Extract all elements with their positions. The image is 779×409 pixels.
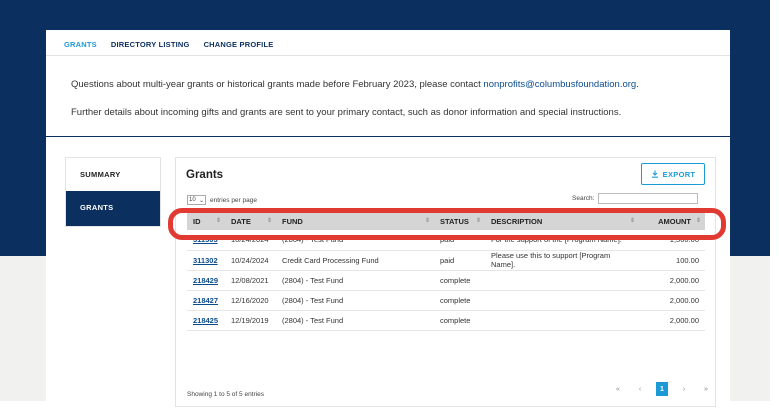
page: GRANTS DIRECTORY LISTING CHANGE PROFILE … [0, 0, 779, 409]
cell-fund: (2804) - Test Fund [276, 290, 434, 311]
sidebar-item-grants[interactable]: GRANTS [66, 191, 160, 226]
cell-date: 12/19/2019 [225, 310, 276, 331]
info-line-1-suffix: . [636, 79, 639, 90]
cell-fund: Credit Card Processing Fund [276, 250, 434, 271]
cell-status: complete [434, 290, 485, 311]
entries-per-page-label: entries per page [210, 196, 257, 204]
cell-status: complete [434, 270, 485, 291]
tabs-divider [46, 55, 730, 56]
download-icon [651, 170, 658, 178]
cell-id: 218425 [187, 310, 225, 331]
cell-description [485, 290, 639, 311]
table-info: Showing 1 to 5 of 5 entries [187, 391, 264, 398]
search-input[interactable] [598, 193, 699, 204]
cell-amount: 2,000.00 [639, 290, 705, 311]
top-tabs: GRANTS DIRECTORY LISTING CHANGE PROFILE [64, 40, 273, 49]
export-button-label: EXPORT [662, 169, 696, 179]
sidebar: SUMMARY GRANTS [65, 157, 161, 227]
info-message: Questions about multi-year grants or his… [71, 78, 639, 134]
tab-change-profile[interactable]: CHANGE PROFILE [204, 40, 274, 49]
table-row: 218425 12/19/2019 (2804) - Test Fund com… [187, 310, 705, 331]
grant-id-link[interactable]: 218429 [193, 276, 218, 285]
search-control: Search: [572, 193, 699, 204]
cell-description: Please use this to support [Program Name… [485, 250, 639, 271]
pagination: « ‹ 1 › » [612, 382, 712, 396]
search-label: Search: [572, 195, 595, 202]
cell-id: 218429 [187, 270, 225, 291]
page-first-button[interactable]: « [612, 382, 624, 396]
cell-id: 218427 [187, 290, 225, 311]
cell-fund: (2804) - Test Fund [276, 310, 434, 331]
cell-amount: 2,000.00 [639, 270, 705, 291]
entries-per-page-select[interactable]: 10 ⌄ [187, 195, 206, 205]
page-last-button[interactable]: » [700, 382, 712, 396]
screenshot-frame-right [770, 0, 779, 409]
contact-email-link[interactable]: nonprofits@columbusfoundation.org [483, 79, 636, 90]
table-row: 311302 10/24/2024 Credit Card Processing… [187, 250, 705, 271]
cell-amount: 100.00 [639, 250, 705, 271]
info-line-2: Further details about incoming gifts and… [71, 107, 622, 118]
page-next-button[interactable]: › [678, 382, 690, 396]
cell-date: 10/24/2024 [225, 250, 276, 271]
cell-status: paid [434, 250, 485, 271]
export-button[interactable]: EXPORT [641, 163, 705, 185]
tab-grants[interactable]: GRANTS [64, 40, 97, 49]
table-row: 218429 12/08/2021 (2804) - Test Fund com… [187, 270, 705, 291]
table-row: 218427 12/16/2020 (2804) - Test Fund com… [187, 290, 705, 311]
cell-fund: (2804) - Test Fund [276, 270, 434, 291]
tab-directory-listing[interactable]: DIRECTORY LISTING [111, 40, 190, 49]
chevron-down-icon: ⌄ [198, 197, 204, 204]
grant-id-link[interactable]: 218425 [193, 316, 218, 325]
header-highlight-annotation [168, 208, 726, 240]
info-line-1: Questions about multi-year grants or his… [71, 78, 639, 92]
cell-status: complete [434, 310, 485, 331]
cell-description [485, 270, 639, 291]
cell-id: 311302 [187, 250, 225, 271]
section-divider [46, 136, 730, 137]
grant-id-link[interactable]: 218427 [193, 296, 218, 305]
cell-date: 12/16/2020 [225, 290, 276, 311]
cell-amount: 2,000.00 [639, 310, 705, 331]
entries-per-page-value: 10 [189, 197, 196, 203]
cell-description [485, 310, 639, 331]
page-1-button[interactable]: 1 [656, 382, 668, 396]
grants-panel: Grants EXPORT 10 ⌄ entries per page Sear… [175, 157, 716, 407]
cell-date: 12/08/2021 [225, 270, 276, 291]
entries-length-control: 10 ⌄ entries per page [187, 195, 257, 205]
info-line-1-text: Questions about multi-year grants or his… [71, 79, 481, 90]
grant-id-link[interactable]: 311302 [193, 256, 218, 265]
page-prev-button[interactable]: ‹ [634, 382, 646, 396]
panel-title: Grants [186, 169, 224, 181]
sidebar-item-summary[interactable]: SUMMARY [66, 158, 160, 191]
